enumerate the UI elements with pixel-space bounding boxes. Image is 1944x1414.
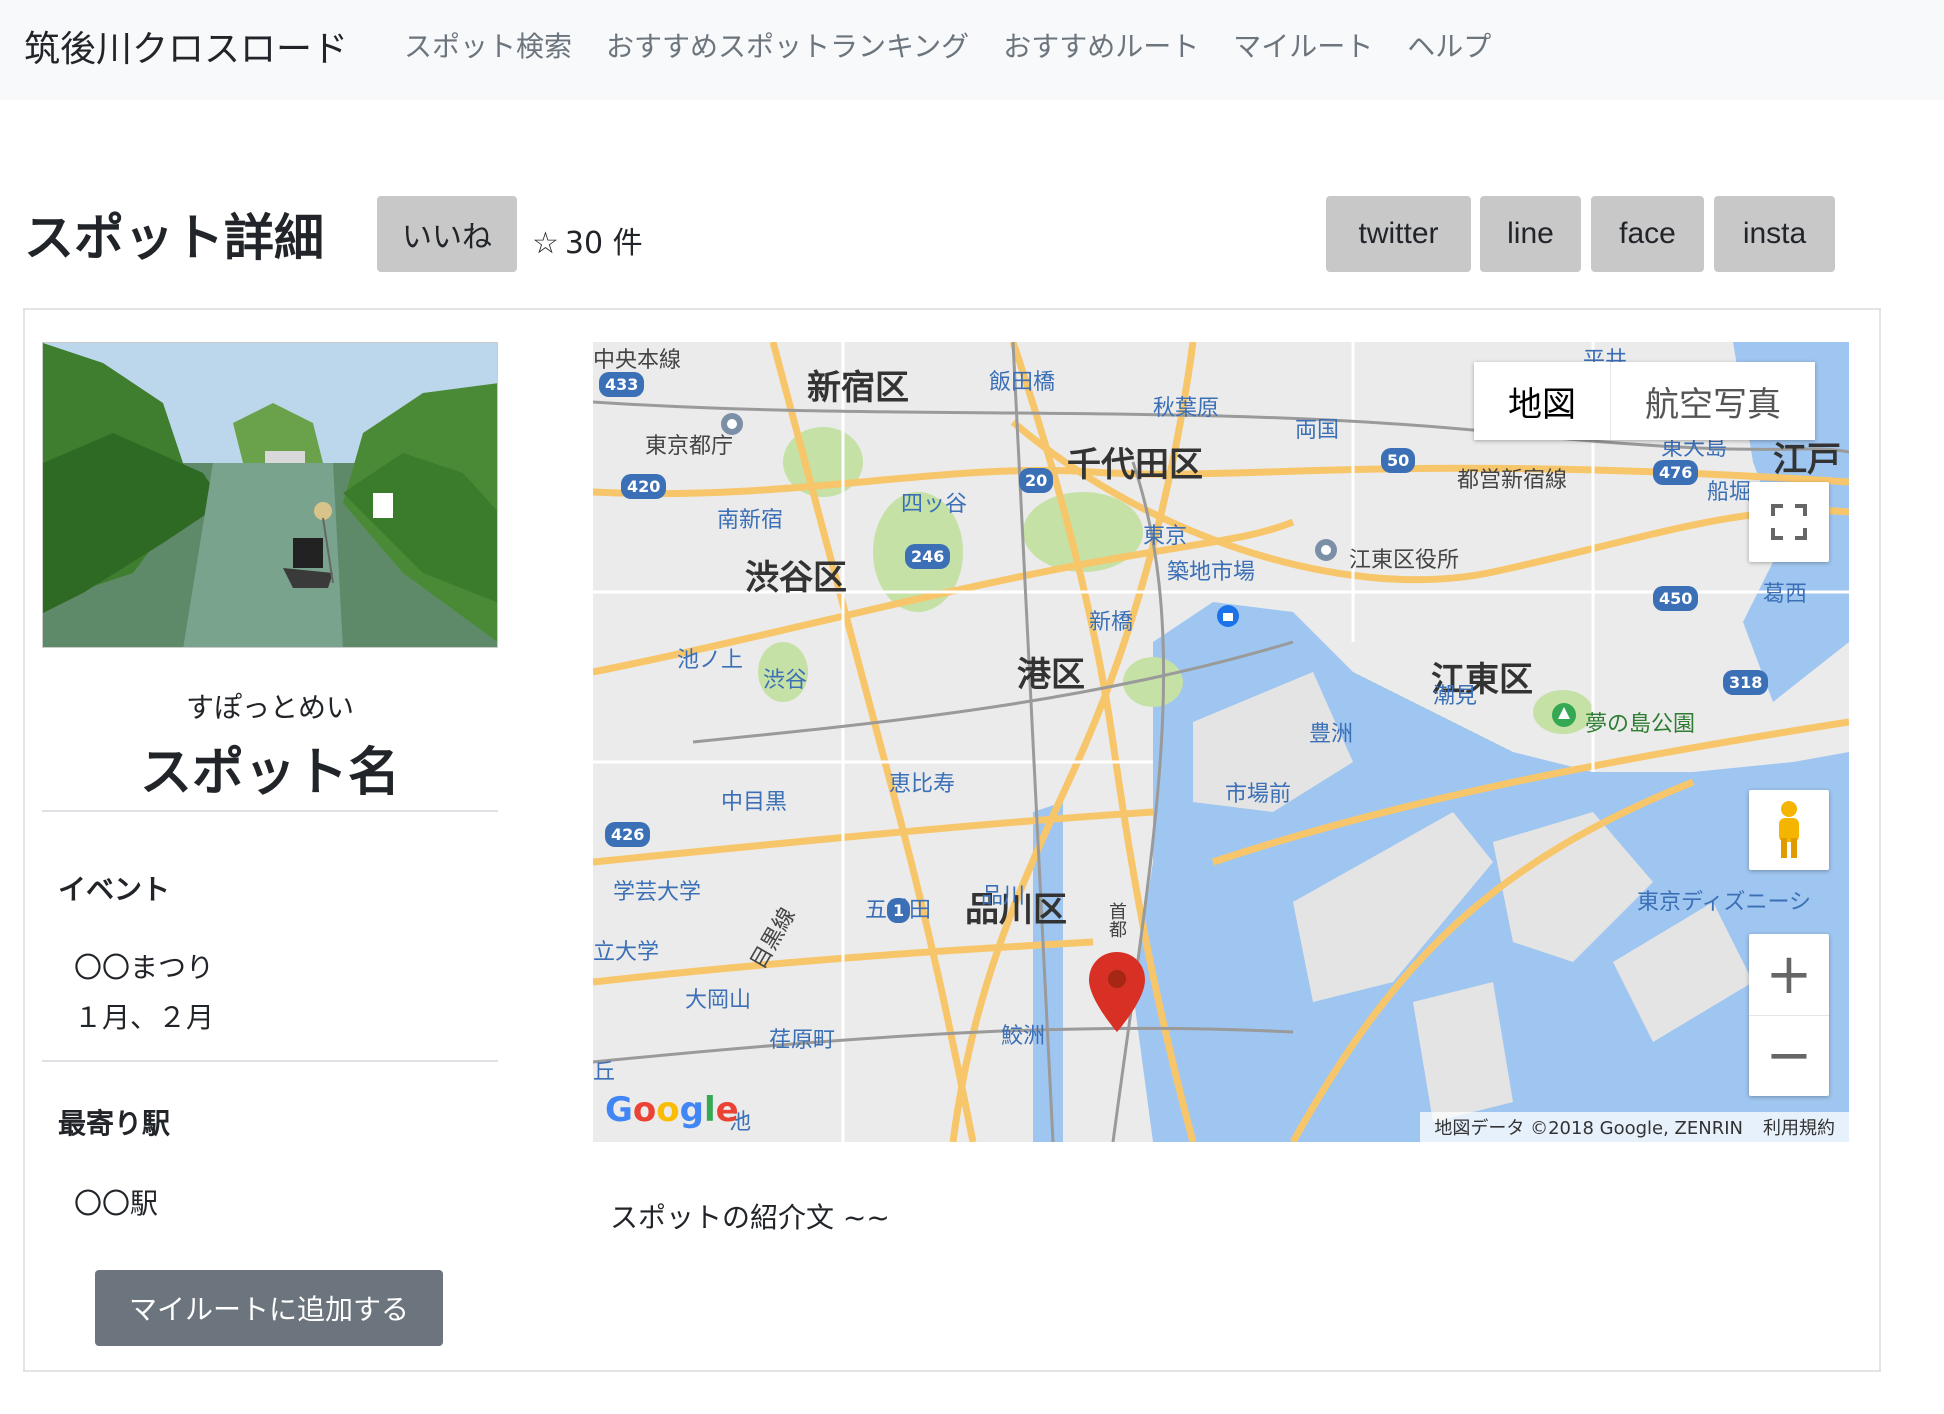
nav-link-my-route[interactable]: マイルート: [1233, 25, 1373, 65]
place-pin-icon[interactable]: [1314, 538, 1338, 562]
map-label-tokyo: 東京: [1143, 524, 1188, 549]
nav-link-spot-search[interactable]: スポット検索: [404, 25, 572, 65]
map-label-ebisu: 恵比寿: [889, 772, 956, 797]
map-label-funabori: 船堀: [1707, 480, 1752, 505]
map-label-nakameguro: 中目黒: [721, 790, 788, 815]
map-label-shinagawa-station: 品川: [981, 884, 1026, 909]
map-label-minato: 港区: [1017, 655, 1085, 695]
spot-furigana: すぽっとめい: [185, 691, 354, 724]
event-heading: イベント: [58, 873, 171, 906]
map-label-toyosu: 豊洲: [1309, 722, 1354, 747]
line-share-button[interactable]: line: [1480, 196, 1581, 272]
map-label-ryogoku: 両国: [1295, 418, 1340, 443]
map-label-chuo-line: 中央本線: [593, 348, 682, 373]
facebook-share-button[interactable]: face: [1591, 196, 1704, 272]
spot-photo: [42, 342, 498, 648]
add-to-my-route-button[interactable]: マイルートに追加する: [95, 1270, 443, 1346]
instagram-share-button[interactable]: insta: [1714, 196, 1835, 272]
map-type-map-button[interactable]: 地図: [1474, 362, 1610, 440]
terms-link[interactable]: 利用規約: [1763, 1114, 1835, 1140]
park-pin-icon[interactable]: [1551, 702, 1577, 728]
map-label-chiyoda: 千代田区: [1067, 445, 1203, 485]
map-label-daigaku: 立大学: [593, 940, 660, 965]
street-view-button[interactable]: [1749, 790, 1829, 870]
like-button[interactable]: いいね: [377, 196, 517, 272]
map[interactable]: 新宿区 千代田区 渋谷区 港区 品川区 江東区 江戸 飯田橋 秋葉原 両国 東京…: [593, 342, 1849, 1142]
divider: [42, 1060, 498, 1062]
map-label-shinbashi: 新橋: [1089, 610, 1134, 635]
shopping-pin-icon[interactable]: [1216, 604, 1240, 628]
event-name: 〇〇まつり: [74, 951, 215, 984]
star-icon: ☆: [532, 226, 559, 261]
map-label-shiomi: 潮見: [1433, 684, 1478, 709]
page-title: スポット詳細: [24, 209, 324, 267]
like-count-value: 30 件: [564, 226, 643, 261]
route-shield: 426: [605, 822, 651, 847]
route-shield: 433: [599, 372, 645, 397]
brand[interactable]: 筑後川クロスロード: [24, 20, 348, 72]
map-label-yumenoshima: 夢の島公園: [1585, 712, 1696, 737]
map-pin-icon[interactable]: [1089, 952, 1145, 1032]
nav-link-help[interactable]: ヘルプ: [1407, 25, 1491, 65]
map-label-shijomae: 市場前: [1225, 782, 1292, 807]
route-shield: 450: [1653, 586, 1699, 611]
spot-name: スポット名: [139, 743, 400, 803]
map-label-iidabashi: 飯田橋: [989, 370, 1056, 395]
zoom-control: + −: [1749, 934, 1829, 1096]
pegman-icon: [1779, 801, 1799, 858]
map-label-shuto: 首都: [1106, 902, 1127, 938]
event-months: １月、２月: [74, 1001, 215, 1034]
map-label-gakugei: 学芸大学: [613, 880, 702, 905]
fullscreen-icon: [1771, 504, 1807, 540]
divider: [42, 810, 498, 812]
map-data-credit: 地図データ ©2018 Google, ZENRIN: [1434, 1118, 1743, 1139]
map-label-oka: 丘: [593, 1060, 616, 1085]
route-shield: 246: [905, 544, 951, 569]
route-shield: 318: [1723, 670, 1769, 695]
map-label-kasai: 葛西: [1763, 582, 1808, 607]
map-label-tsukiji: 築地市場: [1167, 560, 1256, 585]
route-shield: 476: [1653, 460, 1699, 485]
google-logo[interactable]: Google: [605, 1090, 739, 1130]
nav-link-recommended-route[interactable]: おすすめルート: [1003, 25, 1199, 65]
map-label-yotsuya: 四ッ谷: [901, 492, 968, 517]
map-label-shibuya: 渋谷区: [745, 558, 847, 598]
station-heading: 最寄り駅: [58, 1107, 171, 1140]
map-label-samezu: 鮫洲: [1001, 1024, 1046, 1049]
twitter-share-button[interactable]: twitter: [1326, 196, 1471, 272]
nav-links: スポット検索 おすすめスポットランキング おすすめルート マイルート ヘルプ: [404, 25, 1491, 65]
route-shield: 20: [1019, 468, 1054, 493]
map-label-toei-line: 都営新宿線: [1457, 468, 1568, 493]
navbar: 筑後川クロスロード スポット検索 おすすめスポットランキング おすすめルート マ…: [0, 0, 1944, 100]
map-type-control: 地図 航空写真: [1474, 362, 1815, 440]
place-pin-icon[interactable]: [720, 412, 744, 436]
like-count: ☆ 30 件: [532, 218, 643, 262]
map-label-ookayama: 大岡山: [685, 988, 752, 1013]
map-label-ikenoue: 池ノ上: [677, 648, 744, 673]
route-shield: 420: [621, 474, 667, 499]
map-label-ebaramachi: 荏原町: [769, 1028, 836, 1053]
map-attribution: 地図データ ©2018 Google, ZENRIN 利用規約: [1420, 1112, 1849, 1142]
map-label-akihabara: 秋葉原: [1153, 396, 1220, 421]
spot-intro: スポットの紹介文 ~~: [610, 1201, 890, 1234]
map-label-shinjuku: 新宿区: [807, 368, 909, 408]
zoom-in-button[interactable]: +: [1749, 935, 1829, 1016]
zoom-out-button[interactable]: −: [1749, 1016, 1829, 1096]
map-label-kotoku-office: 江東区役所: [1349, 548, 1460, 573]
map-label-minamishinjuku: 南新宿: [717, 508, 784, 533]
map-label-disney: 東京ディズニーシ: [1637, 890, 1812, 915]
map-type-satellite-button[interactable]: 航空写真: [1610, 362, 1815, 440]
route-shield: 1: [887, 898, 911, 923]
route-shield: 50: [1381, 448, 1416, 473]
station-name: 〇〇駅: [74, 1187, 159, 1220]
fullscreen-button[interactable]: [1749, 482, 1829, 562]
map-label-shibuya-station: 渋谷: [763, 668, 808, 693]
nav-link-ranking[interactable]: おすすめスポットランキング: [606, 25, 969, 65]
